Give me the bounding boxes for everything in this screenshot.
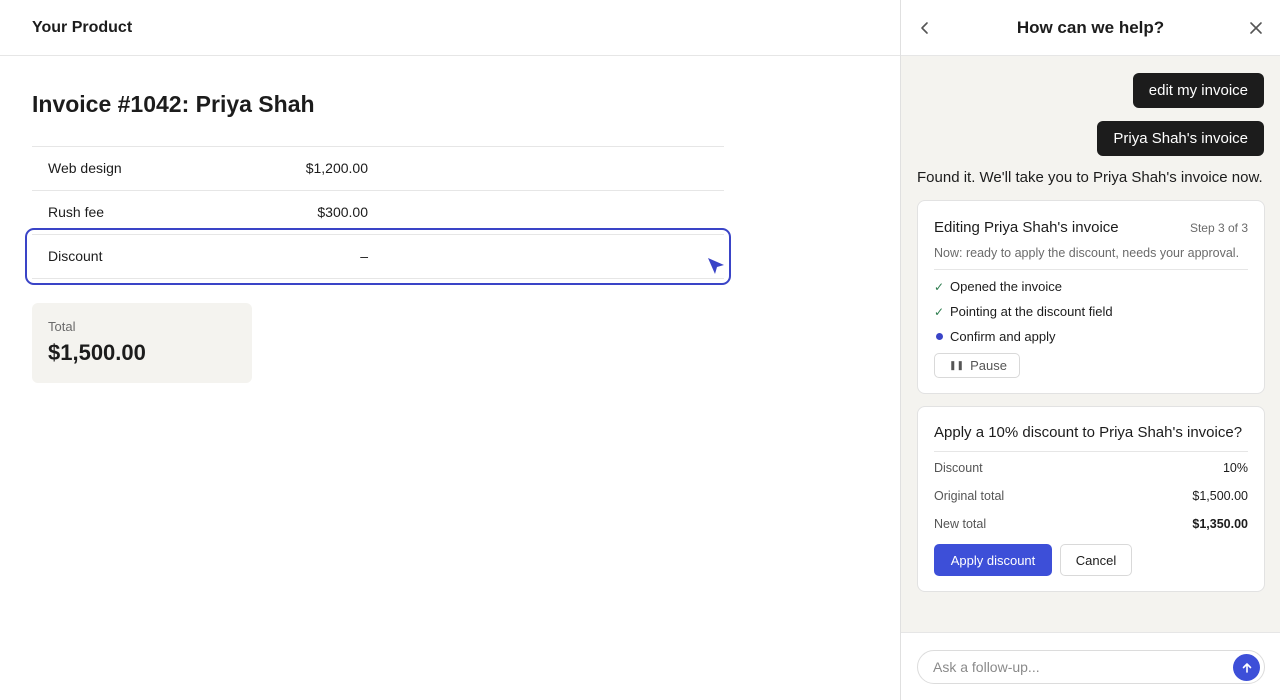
line-item-amount: $1,200.00 [305,160,368,176]
line-item-row: Rush fee $300.00 [32,191,724,235]
confirm-row: New total $1,350.00 [934,517,1248,531]
step-item-current: Confirm and apply [934,329,1056,344]
user-message: Priya Shah's invoice [1097,121,1264,156]
discount-row[interactable]: Discount – [32,235,724,279]
confirm-row: Original total $1,500.00 [934,489,1248,503]
total-value: $1,500.00 [48,340,146,365]
confirm-title: Apply a 10% discount to Priya Shah's inv… [934,424,1243,441]
pause-button[interactable]: ❚❚ Pause [934,353,1020,378]
confirm-row-label: Discount [934,461,983,475]
check-icon: ✓ [933,279,945,294]
send-arrow-icon [1242,662,1251,673]
send-button[interactable] [1233,654,1260,681]
line-item-amount: $300.00 [317,204,368,220]
app-main: Your Product Invoice #1042: Priya Shah W… [0,0,900,700]
pause-icon: ❚❚ [949,360,965,370]
top-bar: Your Product [0,0,900,56]
progress-card: Editing Priya Shah's invoice Step 3 of 3… [917,200,1265,394]
divider [934,451,1248,452]
total-card: Total $1,500.00 [32,303,252,383]
confirm-card: Apply a 10% discount to Priya Shah's inv… [917,406,1265,592]
confirm-row-label: New total [934,517,987,531]
pause-label: Pause [970,358,1007,373]
total-label: Total [48,319,76,334]
help-panel: How can we help? edit my invoice Priya S… [900,0,1280,700]
confirm-row-value: $1,350.00 [1192,517,1248,531]
divider [934,269,1248,270]
confirm-row-value: 10% [1222,461,1248,475]
assistant-message: Found it. We'll take you to Priya Shah's… [917,169,1263,186]
line-item-label: Web design [48,160,122,176]
discount-field[interactable]: – [212,235,368,278]
step-indicator: Step 3 of 3 [1189,221,1248,235]
close-icon[interactable] [1248,20,1264,36]
line-items-table: Web design $1,200.00 Rush fee $300.00 Di… [32,146,724,279]
invoice-view: Invoice #1042: Priya Shah Web design $1,… [0,89,900,383]
brand-name: Your Product [32,18,133,36]
line-item-row: Web design $1,200.00 [32,147,724,191]
progress-title: Editing Priya Shah's invoice [934,219,1119,236]
step-label: Pointing at the discount field [950,304,1113,319]
step-label: Confirm and apply [950,329,1056,344]
current-step-dot-icon [934,333,944,340]
progress-subtitle: Now: ready to apply the discount, needs … [934,246,1240,260]
confirm-row-value: $1,500.00 [1192,489,1248,503]
step-item: ✓ Opened the invoice [934,279,1062,294]
step-item: ✓ Pointing at the discount field [934,304,1113,319]
step-label: Opened the invoice [950,279,1063,294]
panel-title: How can we help? [1016,18,1165,37]
confirm-row-label: Original total [934,489,1005,503]
apply-discount-button[interactable]: Apply discount [934,544,1052,576]
line-item-label: Discount [48,248,103,264]
confirm-row: Discount 10% [934,461,1248,475]
check-icon: ✓ [933,304,945,319]
composer [901,632,1280,700]
cursor-pointer-icon [708,258,724,274]
cancel-button[interactable]: Cancel [1060,544,1132,576]
line-item-label: Rush fee [48,204,105,220]
follow-up-input[interactable] [917,650,1265,684]
user-message: edit my invoice [1132,73,1264,108]
panel-header: How can we help? [901,0,1280,56]
page-title: Invoice #1042: Priya Shah [32,91,315,117]
